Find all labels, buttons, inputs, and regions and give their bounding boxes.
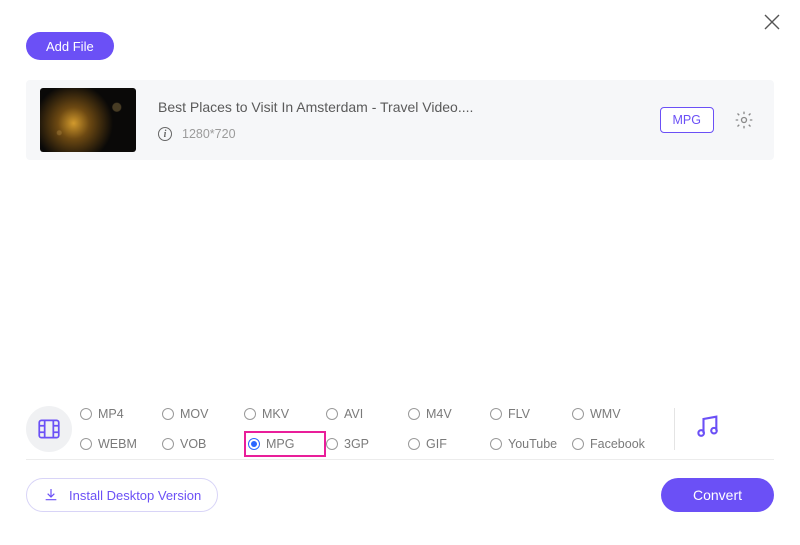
format-option-mkv[interactable]: MKV bbox=[244, 401, 326, 427]
radio-icon bbox=[572, 438, 584, 450]
format-option-mov[interactable]: MOV bbox=[162, 401, 244, 427]
format-label: 3GP bbox=[344, 437, 369, 451]
install-desktop-button[interactable]: Install Desktop Version bbox=[26, 478, 218, 512]
format-option-avi[interactable]: AVI bbox=[326, 401, 408, 427]
add-file-button[interactable]: Add File bbox=[26, 32, 114, 60]
format-label: MPG bbox=[266, 437, 294, 451]
radio-icon bbox=[244, 408, 256, 420]
format-option-facebook[interactable]: Facebook bbox=[572, 431, 654, 457]
file-meta: Best Places to Visit In Amsterdam - Trav… bbox=[158, 99, 660, 141]
format-label: VOB bbox=[180, 437, 206, 451]
file-dimensions-row: i 1280*720 bbox=[158, 127, 660, 141]
format-label: FLV bbox=[508, 407, 530, 421]
format-label: YouTube bbox=[508, 437, 557, 451]
radio-icon bbox=[80, 438, 92, 450]
format-grid: MP4 MOV MKV AVI M4V FLV WMV WEBM VOB MPG 3GP GIF You… bbox=[80, 401, 654, 457]
format-option-mpg[interactable]: MPG bbox=[244, 431, 326, 457]
convert-button[interactable]: Convert bbox=[661, 478, 774, 512]
format-label: AVI bbox=[344, 407, 363, 421]
radio-icon bbox=[326, 408, 338, 420]
radio-icon bbox=[490, 438, 502, 450]
install-label: Install Desktop Version bbox=[69, 488, 201, 503]
format-label: MOV bbox=[180, 407, 208, 421]
format-option-mp4[interactable]: MP4 bbox=[80, 401, 162, 427]
radio-icon bbox=[408, 438, 420, 450]
format-label: Facebook bbox=[590, 437, 645, 451]
format-option-gif[interactable]: GIF bbox=[408, 431, 490, 457]
format-option-3gp[interactable]: 3GP bbox=[326, 431, 408, 457]
format-option-vob[interactable]: VOB bbox=[162, 431, 244, 457]
footer: Install Desktop Version Convert bbox=[26, 478, 774, 512]
format-label: WEBM bbox=[98, 437, 137, 451]
format-option-webm[interactable]: WEBM bbox=[80, 431, 162, 457]
format-option-youtube[interactable]: YouTube bbox=[490, 431, 572, 457]
gear-icon[interactable] bbox=[734, 110, 754, 130]
format-label: MKV bbox=[262, 407, 289, 421]
format-option-m4v[interactable]: M4V bbox=[408, 401, 490, 427]
close-icon[interactable] bbox=[760, 10, 784, 34]
file-dimensions: 1280*720 bbox=[182, 127, 236, 141]
music-icon[interactable] bbox=[693, 412, 721, 445]
divider bbox=[674, 408, 675, 450]
radio-icon bbox=[326, 438, 338, 450]
format-label: WMV bbox=[590, 407, 621, 421]
format-option-flv[interactable]: FLV bbox=[490, 401, 572, 427]
format-label: GIF bbox=[426, 437, 447, 451]
download-icon bbox=[43, 487, 59, 503]
file-title: Best Places to Visit In Amsterdam - Trav… bbox=[158, 99, 660, 115]
film-icon[interactable] bbox=[26, 406, 72, 452]
format-tag[interactable]: MPG bbox=[660, 107, 714, 133]
format-option-wmv[interactable]: WMV bbox=[572, 401, 654, 427]
file-row: Best Places to Visit In Amsterdam - Trav… bbox=[26, 80, 774, 160]
radio-icon bbox=[162, 408, 174, 420]
info-icon[interactable]: i bbox=[158, 127, 172, 141]
video-thumbnail[interactable] bbox=[40, 88, 136, 152]
radio-icon bbox=[490, 408, 502, 420]
radio-icon bbox=[162, 438, 174, 450]
radio-icon bbox=[572, 408, 584, 420]
radio-icon bbox=[408, 408, 420, 420]
format-label: M4V bbox=[426, 407, 452, 421]
format-label: MP4 bbox=[98, 407, 124, 421]
radio-icon bbox=[248, 438, 260, 450]
formats-panel: MP4 MOV MKV AVI M4V FLV WMV WEBM VOB MPG 3GP GIF You… bbox=[26, 398, 774, 460]
radio-icon bbox=[80, 408, 92, 420]
